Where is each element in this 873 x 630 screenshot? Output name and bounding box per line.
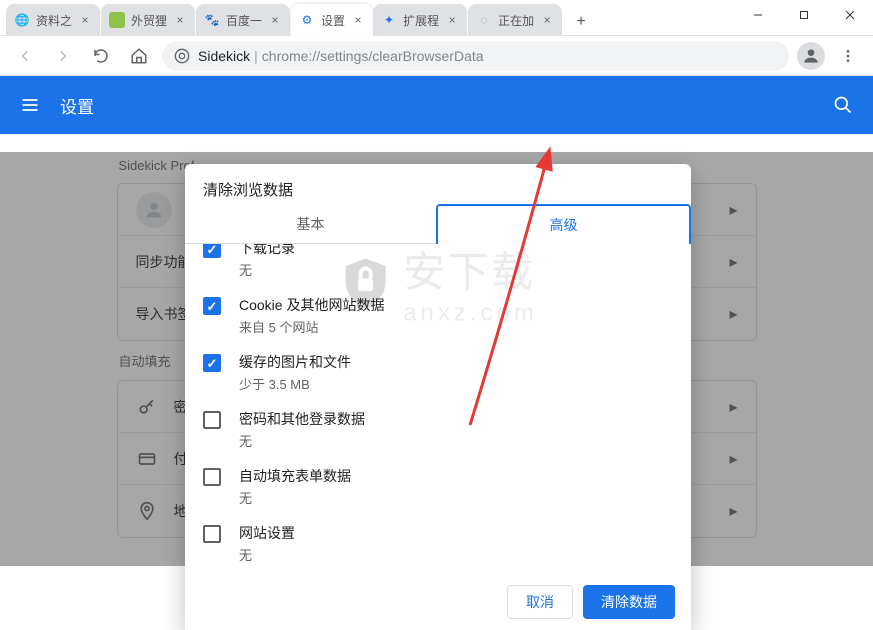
window-controls — [735, 0, 873, 30]
item-subtitle: 无 — [239, 488, 351, 507]
paw-icon: 🐾 — [204, 12, 220, 28]
item-subtitle: 无 — [239, 545, 295, 564]
item-subtitle: 无 — [239, 431, 365, 450]
page-header: 设置 — [0, 76, 873, 134]
reload-button[interactable] — [86, 41, 116, 71]
checkbox[interactable] — [203, 468, 221, 486]
item-title: 下载记录 — [239, 244, 295, 258]
url: chrome://settings/clearBrowserData — [262, 48, 484, 64]
checkbox[interactable] — [203, 525, 221, 543]
menu-icon[interactable] — [18, 93, 42, 117]
tab-title: 正在加 — [498, 12, 534, 29]
tab-advanced[interactable]: 高级 — [436, 204, 691, 244]
profile-avatar[interactable] — [797, 42, 825, 70]
item-title: 网站设置 — [239, 523, 295, 543]
close-button[interactable] — [827, 0, 873, 30]
item-title: 自动填充表单数据 — [239, 466, 351, 486]
back-button[interactable] — [10, 41, 40, 71]
dialog-body[interactable]: 下载记录 无 Cookie 及其他网站数据 来自 5 个网站 缓存的图片和文件 … — [185, 244, 691, 574]
dialog-item: 密码和其他登录数据 无 — [185, 401, 691, 458]
cancel-button[interactable]: 取消 — [507, 585, 573, 619]
dialog-item: Cookie 及其他网站数据 来自 5 个网站 — [185, 287, 691, 344]
checkbox[interactable] — [203, 411, 221, 429]
tab-1[interactable]: 外贸狸 × — [101, 4, 195, 36]
close-icon[interactable]: × — [78, 13, 92, 27]
settings-page: 设置 Sidekick Prof 用 ▸ 同步功能和 ▸ — [0, 76, 873, 566]
close-icon[interactable]: × — [351, 13, 365, 27]
close-icon[interactable]: × — [540, 13, 554, 27]
tab-4[interactable]: ✦ 扩展程 × — [373, 4, 467, 36]
checkbox[interactable] — [203, 297, 221, 315]
checkbox[interactable] — [203, 244, 221, 258]
url-text: Sidekick | chrome://settings/clearBrowse… — [198, 48, 484, 64]
dialog-title: 清除浏览数据 — [185, 164, 691, 204]
browser-tabs: 🌐 资料之 × 外贸狸 × 🐾 百度一 × ⚙ 设置 × ✦ 扩展程 × ◌ 正… — [0, 0, 735, 36]
spinner-icon: ◌ — [476, 12, 492, 28]
tab-title: 资料之 — [36, 12, 72, 29]
item-title: 缓存的图片和文件 — [239, 352, 351, 372]
dialog-item: 下载记录 无 — [185, 244, 691, 287]
page-title: 设置 — [60, 93, 831, 118]
item-subtitle: 来自 5 个网站 — [239, 317, 384, 336]
forward-button[interactable] — [48, 41, 78, 71]
tab-0[interactable]: 🌐 资料之 × — [6, 4, 100, 36]
app-name: Sidekick — [198, 48, 250, 64]
tab-title: 扩展程 — [403, 12, 439, 29]
dialog-item: 自动填充表单数据 无 — [185, 458, 691, 515]
dialog-footer: 取消 清除数据 — [185, 574, 691, 630]
gear-icon: ⚙ — [299, 12, 315, 28]
menu-button[interactable] — [833, 41, 863, 71]
puzzle-icon: ✦ — [381, 12, 397, 28]
close-icon[interactable]: × — [268, 13, 282, 27]
close-icon[interactable]: × — [445, 13, 459, 27]
tab-2[interactable]: 🐾 百度一 × — [196, 4, 290, 36]
globe-icon: 🌐 — [14, 12, 30, 28]
checkbox[interactable] — [203, 354, 221, 372]
item-title: Cookie 及其他网站数据 — [239, 295, 384, 315]
close-icon[interactable]: × — [173, 13, 187, 27]
window-titlebar: 🌐 资料之 × 外贸狸 × 🐾 百度一 × ⚙ 设置 × ✦ 扩展程 × ◌ 正… — [0, 0, 873, 36]
item-title: 密码和其他登录数据 — [239, 409, 365, 429]
new-tab-button[interactable]: + — [567, 8, 595, 36]
address-bar[interactable]: Sidekick | chrome://settings/clearBrowse… — [162, 41, 789, 71]
home-button[interactable] — [124, 41, 154, 71]
minimize-button[interactable] — [735, 0, 781, 30]
tab-3[interactable]: ⚙ 设置 × — [291, 4, 373, 36]
browser-toolbar: Sidekick | chrome://settings/clearBrowse… — [0, 36, 873, 76]
item-subtitle: 少于 3.5 MB — [239, 374, 351, 393]
tab-5[interactable]: ◌ 正在加 × — [468, 4, 562, 36]
tab-title: 百度一 — [226, 12, 262, 29]
clear-data-dialog: 清除浏览数据 基本 高级 下载记录 无 Cookie 及其他网站数据 来自 5 … — [185, 164, 691, 630]
confirm-button[interactable]: 清除数据 — [583, 585, 675, 619]
item-subtitle: 无 — [239, 260, 295, 279]
search-icon[interactable] — [831, 93, 855, 117]
maximize-button[interactable] — [781, 0, 827, 30]
dialog-item: 网站设置 无 — [185, 515, 691, 572]
tab-basic[interactable]: 基本 — [185, 204, 436, 243]
tab-title: 设置 — [321, 12, 345, 29]
chrome-icon — [174, 48, 190, 64]
app-icon — [109, 12, 125, 28]
dialog-tabs: 基本 高级 — [185, 204, 691, 244]
tab-title: 外贸狸 — [131, 12, 167, 29]
dialog-item: 缓存的图片和文件 少于 3.5 MB — [185, 344, 691, 401]
separator: | — [254, 48, 258, 64]
